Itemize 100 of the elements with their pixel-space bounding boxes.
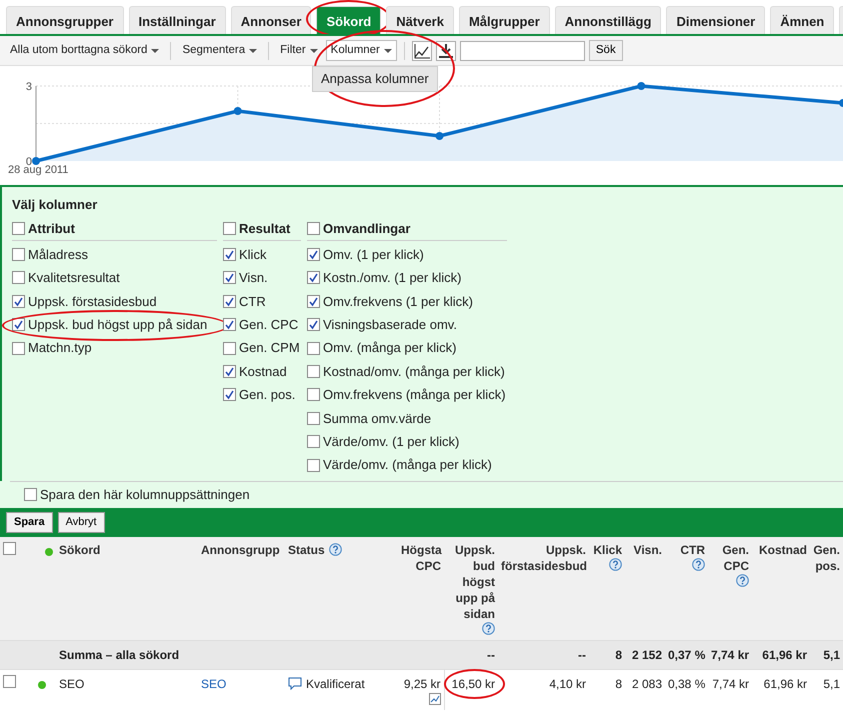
column-header: Annonsgrupp — [201, 543, 280, 558]
group-label: Attribut — [28, 220, 75, 238]
checkbox[interactable] — [223, 294, 236, 308]
help-icon[interactable] — [736, 574, 749, 588]
option-label: Gen. pos. — [239, 386, 296, 404]
data-point — [234, 107, 242, 115]
option-label: Matchn.typ — [28, 339, 92, 358]
option-label: Klick — [239, 246, 266, 264]
tab[interactable]: Annonstillägg — [554, 6, 662, 34]
caret-icon — [249, 48, 258, 54]
dropdown-menu-button[interactable]: Filter — [276, 40, 322, 60]
option-label: Gen. CPC — [239, 316, 298, 334]
checkbox[interactable] — [223, 222, 236, 236]
option-label: Uppsk. förstasidesbud — [28, 292, 157, 311]
tab[interactable]: Sökord — [316, 6, 382, 34]
speech-bubble-icon[interactable] — [288, 677, 302, 690]
tab[interactable]: Annonser — [230, 6, 312, 34]
dropdown-menu[interactable]: Anpassa kolumner — [312, 66, 438, 92]
checkbox[interactable] — [223, 388, 236, 402]
table-cell-text: 4,10 kr — [549, 676, 586, 694]
column-header: CTR — [680, 543, 705, 558]
column-header: Högsta CPC — [401, 543, 442, 574]
option-label: Värde/omv. (1 per klick) — [323, 432, 460, 451]
option-label: Kvalitetsresultat — [28, 269, 120, 288]
tab[interactable]: Dimensioner — [666, 6, 766, 34]
table-cell-text: SEO — [59, 676, 84, 694]
checkbox[interactable] — [12, 294, 25, 308]
checkbox[interactable] — [307, 342, 320, 355]
tab[interactable]: Ämnen — [770, 6, 834, 34]
checkbox[interactable] — [12, 248, 25, 262]
data-point — [436, 132, 444, 140]
dropdown-menu-button[interactable]: Alla utom borttagna sökord — [6, 40, 164, 60]
checkbox[interactable] — [12, 271, 25, 284]
status-text: Kvalificerat — [306, 676, 365, 694]
checkbox[interactable] — [223, 271, 236, 284]
table-cell-text: 7,74 kr — [712, 676, 749, 694]
checkbox[interactable] — [3, 542, 16, 556]
checkbox[interactable] — [223, 365, 236, 378]
checkbox[interactable] — [307, 318, 320, 332]
table-cell-text: 8 — [615, 647, 622, 664]
checkbox[interactable] — [223, 318, 236, 332]
dropdown-menu-button[interactable]: Segmentera — [178, 40, 262, 60]
checkbox[interactable] — [307, 248, 320, 262]
axis-label: 3 — [26, 81, 32, 93]
column-header: Kostnad — [759, 543, 807, 558]
tab[interactable]: Målgrupper — [458, 6, 550, 34]
option-label: Uppsk. bud högst upp på sidan — [28, 316, 208, 334]
option-label: Måladress — [28, 246, 88, 264]
tab[interactable]: Nätverk — [386, 6, 454, 34]
checkbox[interactable] — [24, 488, 37, 501]
save-button[interactable]: Spara — [6, 512, 53, 534]
table-cell-text: 2 152 — [632, 647, 662, 664]
data-point — [839, 99, 843, 107]
data-point — [32, 157, 40, 165]
checkbox[interactable] — [307, 365, 320, 378]
columns-button[interactable]: Kolumner — [326, 40, 397, 62]
checkbox[interactable] — [12, 318, 25, 332]
checkbox[interactable] — [307, 412, 320, 425]
table-cell-text: 0,38 % — [668, 676, 706, 694]
help-icon[interactable] — [609, 558, 622, 572]
option-label: Spara den här kolumnuppsättningen — [40, 486, 250, 504]
table-cell-text: 61,96 kr — [764, 676, 807, 694]
chart-icon[interactable] — [428, 693, 440, 706]
search-button[interactable]: Sök — [588, 40, 623, 62]
table-cell-text: -- — [578, 647, 586, 664]
checkbox[interactable] — [223, 248, 236, 262]
option-label: Gen. CPM — [239, 339, 300, 358]
checkbox[interactable] — [223, 342, 236, 355]
option-label: Kostnad — [239, 362, 287, 381]
search-field[interactable] — [460, 40, 585, 60]
group-label: Resultat — [239, 220, 290, 238]
checkbox[interactable] — [307, 271, 320, 284]
help-icon[interactable] — [692, 558, 705, 572]
ad-group-link[interactable]: SEO — [201, 675, 226, 694]
checkbox[interactable] — [307, 458, 320, 472]
table-cell-text: 0,37 % — [668, 647, 706, 664]
option-label: Omv. (1 per klick) — [323, 246, 424, 264]
checkbox[interactable] — [12, 342, 25, 355]
checkbox[interactable] — [307, 435, 320, 448]
download-button[interactable] — [436, 40, 456, 60]
table-cell-text: 7,74 kr — [711, 647, 750, 664]
tab[interactable]: Inställningar — [128, 6, 226, 34]
tab[interactable]: Annonsgrupper — [6, 6, 124, 34]
chart-toggle-button[interactable] — [412, 40, 432, 60]
column-header: Uppsk. förstasidesbud — [501, 543, 588, 574]
table-cell-text: 61,96 kr — [762, 647, 807, 664]
help-icon[interactable] — [482, 622, 495, 636]
option-label: CTR — [239, 292, 266, 311]
cancel-button[interactable]: Avbryt — [58, 512, 105, 534]
help-icon[interactable] — [328, 543, 342, 556]
checkbox[interactable] — [307, 388, 320, 402]
option-label: Omv.frekvens (många per klick) — [323, 386, 506, 404]
data-point — [637, 82, 646, 90]
checkbox[interactable] — [307, 294, 320, 308]
table-cell-text: 2 083 — [632, 676, 662, 694]
table-cell-text: 8 — [615, 676, 622, 694]
checkbox[interactable] — [3, 675, 16, 688]
checkbox[interactable] — [307, 222, 320, 236]
option-label: Visn. — [239, 269, 268, 288]
checkbox[interactable] — [12, 222, 25, 236]
